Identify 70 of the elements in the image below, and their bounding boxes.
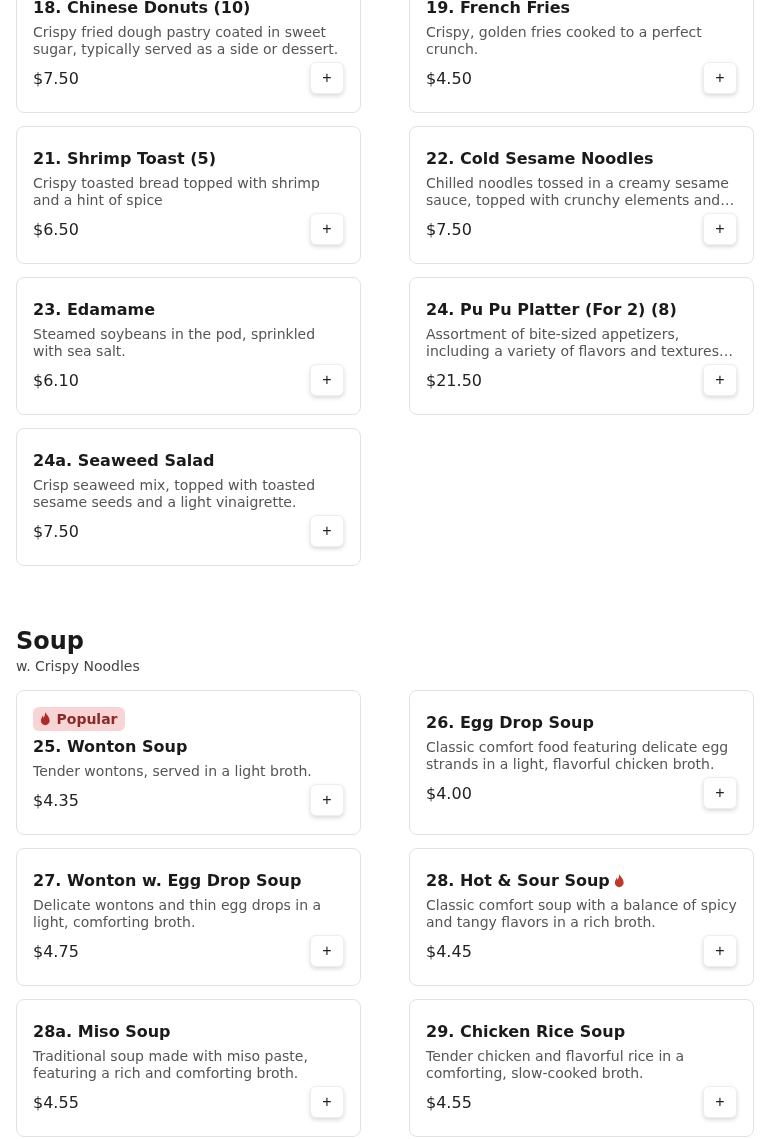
item-price: $4.45 [426, 941, 472, 961]
menu-item-card[interactable]: 28. Hot & Sour Soup Classic comfort soup with a balance of spicy and tangy flavors in a rich broth. $4.45 + [409, 848, 754, 986]
add-button[interactable]: + [703, 935, 737, 967]
menu-item-card[interactable]: 18. Chinese Donuts (10) Crispy fried dough pastry coated in sweet sugar, typically served as a side or dessert. $7.50 + [16, 0, 361, 113]
item-price: $4.75 [33, 941, 79, 961]
item-price: $4.50 [426, 68, 472, 88]
menu-item-card[interactable]: 23. Edamame Steamed soybeans in the pod, sprinkled with sea salt. $6.10 + [16, 277, 361, 415]
item-price: $7.50 [33, 68, 79, 88]
item-name: 25. Wonton Soup [33, 737, 188, 757]
menu-item-card[interactable]: 19. French Fries Crispy, golden fries cooked to a perfect crunch. $4.50 + [409, 0, 754, 113]
item-name: 24. Pu Pu Platter (For 2) (8) [426, 300, 677, 320]
item-description: Tender wontons, served in a light broth. [33, 763, 313, 780]
menu-item-card[interactable]: 22. Cold Sesame Noodles Chilled noodles tossed in a creamy sesame sauce, topped with crunchy elements and… $7.50 + [409, 126, 754, 264]
add-button[interactable]: + [703, 213, 737, 245]
item-name: 23. Edamame [33, 300, 156, 320]
item-price: $7.50 [33, 521, 79, 541]
item-description: Assortment of bite-sized appetizers, including a variety of flavors and textures… [426, 326, 734, 360]
add-button[interactable]: + [310, 364, 344, 396]
item-description: Tender chicken and flavorful rice in a comforting, slow-cooked broth. [426, 1048, 686, 1082]
menu-item-card[interactable]: 24a. Seaweed Salad Crisp seaweed mix, topped with toasted sesame seeds and a light vinaigrette. $7.50 + [16, 428, 361, 566]
item-description: Crisp seaweed mix, topped with toasted sesame seeds and a light vinaigrette. [33, 477, 317, 511]
item-name: 27. Wonton w. Egg Drop Soup [33, 871, 302, 891]
add-button[interactable]: + [703, 777, 737, 809]
menu-item-card[interactable]: 29. Chicken Rice Soup Tender chicken and flavorful rice in a comforting, slow-cooked broth. $4.55 + [409, 999, 754, 1137]
item-description: Classic comfort food featuring delicate egg strands in a light, flavorful chicken broth. [426, 739, 730, 773]
add-button[interactable]: + [310, 1086, 344, 1118]
item-description: Steamed soybeans in the pod, sprinkled with sea salt. [33, 326, 317, 360]
item-name: 21. Shrimp Toast (5) [33, 149, 216, 169]
item-description: Chilled noodles tossed in a creamy sesame sauce, topped with crunchy elements and… [426, 175, 736, 209]
item-name: 22. Cold Sesame Noodles [426, 149, 654, 169]
item-price: $4.00 [426, 783, 472, 803]
item-name: 29. Chicken Rice Soup [426, 1022, 626, 1042]
item-description: Classic comfort soup with a balance of spicy and tangy flavors in a rich broth. [426, 897, 737, 931]
item-price: $21.50 [426, 370, 482, 390]
item-description: Crispy toasted bread topped with shrimp and a hint of spice [33, 175, 321, 209]
add-button[interactable]: + [310, 784, 344, 816]
menu-item-card[interactable]: 27. Wonton w. Egg Drop Soup Delicate wontons and thin egg drops in a light, comforting broth. $4.75 + [16, 848, 361, 986]
item-price: $6.50 [33, 219, 79, 239]
section-title: Soup [16, 626, 86, 656]
add-button[interactable]: + [310, 935, 344, 967]
item-name: 26. Egg Drop Soup [426, 713, 594, 733]
add-button[interactable]: + [310, 515, 344, 547]
item-price: $4.35 [33, 790, 79, 810]
add-button[interactable]: + [703, 364, 737, 396]
chili-flame-icon [613, 874, 625, 888]
menu-item-card[interactable]: 24. Pu Pu Platter (For 2) (8) Assortment of bite-sized appetizers, including a variety of flavors and textures… $21.50 + [409, 277, 754, 415]
flame-icon [40, 712, 51, 726]
menu-item-card[interactable]: 21. Shrimp Toast (5) Crispy toasted bread topped with shrimp and a hint of spice $6.50 + [16, 126, 361, 264]
item-name: 28a. Miso Soup [33, 1022, 171, 1042]
add-button[interactable]: + [703, 1086, 737, 1118]
add-button[interactable]: + [703, 62, 737, 94]
item-price: $6.10 [33, 370, 79, 390]
badge-label: Popular [56, 711, 118, 727]
item-description: Crispy fried dough pastry coated in sweet sugar, typically served as a side or dessert. [33, 24, 340, 58]
item-description: Crispy, golden fries cooked to a perfect crunch. [426, 24, 703, 58]
item-price: $4.55 [33, 1092, 79, 1112]
add-button[interactable]: + [310, 213, 344, 245]
item-name: 24a. Seaweed Salad [33, 451, 215, 471]
section-subtitle: w. Crispy Noodles [16, 658, 141, 674]
item-description: Delicate wontons and thin egg drops in a light, comforting broth. [33, 897, 323, 931]
item-price: $7.50 [426, 219, 472, 239]
add-button[interactable]: + [310, 62, 344, 94]
item-name: 19. French Fries [426, 0, 571, 18]
item-price: $4.55 [426, 1092, 472, 1112]
menu-item-card[interactable]: Popular 25. Wonton Soup Tender wontons, served in a light broth. $4.35 + [16, 690, 361, 835]
item-name: 18. Chinese Donuts (10) [33, 0, 251, 18]
item-description: Traditional soup made with miso paste, featuring a rich and comforting broth. [33, 1048, 309, 1082]
menu-item-card[interactable]: 26. Egg Drop Soup Classic comfort food featuring delicate egg strands in a light, flavorful chicken broth. $4.00 + [409, 690, 754, 835]
item-name: 28. Hot & Sour Soup [426, 871, 610, 891]
menu-item-card[interactable]: 28a. Miso Soup Traditional soup made with miso paste, featuring a rich and comforting broth. $4.55 + [16, 999, 361, 1137]
